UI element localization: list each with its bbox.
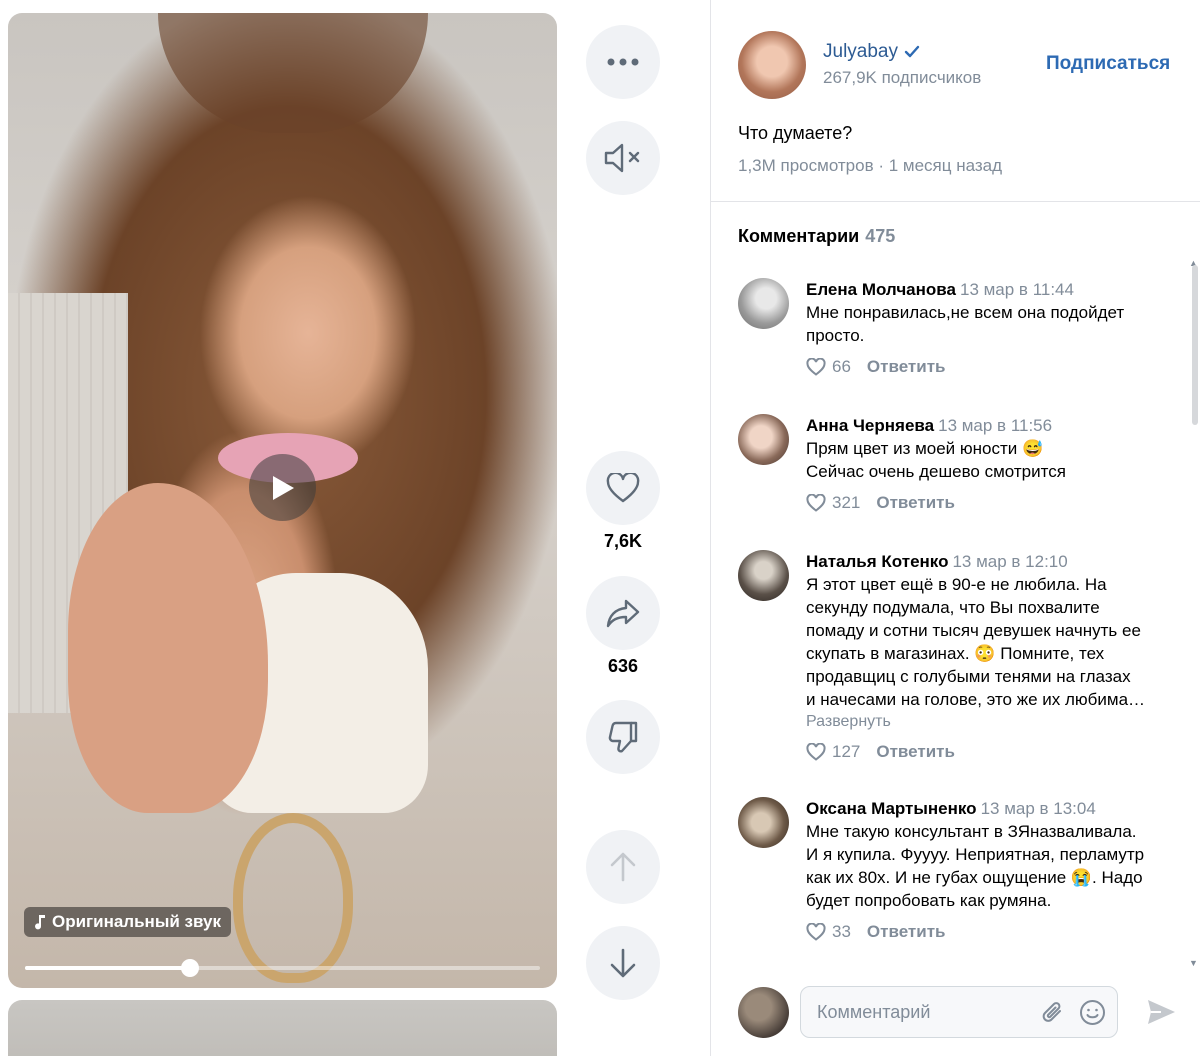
comment-author-name[interactable]: Анна Черняева xyxy=(806,416,934,435)
comment-author-name[interactable]: Наталья Котенко xyxy=(806,552,948,571)
arrow-up-icon xyxy=(610,852,636,882)
comment-line: И я купила. Фуууу. Неприятная, перламутр xyxy=(806,845,1145,864)
comment-author-avatar[interactable] xyxy=(738,550,789,601)
next-video-button[interactable] xyxy=(586,926,660,1000)
like-button[interactable] xyxy=(586,451,660,525)
video-frame-hand xyxy=(68,483,268,813)
comment-reply-button[interactable]: Ответить xyxy=(867,357,946,377)
thumbs-down-icon xyxy=(608,721,638,753)
author-name: Julyabay xyxy=(823,41,898,62)
comment-like-count: 127 xyxy=(832,742,861,761)
comments-scrollbar[interactable] xyxy=(1192,265,1198,425)
comment-line: помаду и сотни тысяч девушек начнуть ее xyxy=(806,621,1141,640)
comment-reply-button[interactable]: Ответить xyxy=(876,493,955,513)
mute-button[interactable] xyxy=(586,121,660,195)
comment-line: секунду подумала, что Вы похвалите xyxy=(806,598,1100,617)
video-meta: 1,3M просмотров · 1 месяц назад xyxy=(738,156,1003,175)
comment-input[interactable] xyxy=(817,987,1037,1037)
share-arrow-icon xyxy=(606,599,640,628)
share-button[interactable] xyxy=(586,576,660,650)
comment-like-count: 66 xyxy=(832,357,851,376)
comment-author-avatar[interactable] xyxy=(738,278,789,329)
comment-line: просто. xyxy=(806,326,865,345)
author-avatar[interactable] xyxy=(738,31,806,99)
paperclip-icon[interactable] xyxy=(1041,1000,1065,1026)
more-button[interactable] xyxy=(586,25,660,99)
verified-check-icon xyxy=(904,45,920,58)
music-note-icon xyxy=(35,915,45,930)
comment-line: будет попробовать как румяна. xyxy=(806,891,1052,910)
heart-icon xyxy=(606,473,640,503)
send-icon[interactable] xyxy=(1145,996,1177,1028)
heart-icon[interactable] xyxy=(806,923,826,941)
divider xyxy=(710,201,1200,202)
comment-line: скупать в магазинах. 😳 Помните, тех xyxy=(806,644,1105,663)
play-icon xyxy=(272,475,294,500)
video-player[interactable]: Оригинальный звук xyxy=(8,13,557,988)
comment-line: продавщиц с голубыми тенями на глазах xyxy=(806,667,1131,686)
video-progress-fill xyxy=(25,966,190,970)
like-count: 7,6K xyxy=(603,531,643,551)
share-count: 636 xyxy=(607,656,639,676)
current-user-avatar xyxy=(738,987,789,1038)
speaker-muted-icon xyxy=(604,143,640,173)
video-frame-hair xyxy=(158,13,428,133)
comment-reply-button[interactable]: Ответить xyxy=(876,742,955,762)
comment-author-avatar[interactable] xyxy=(738,414,789,465)
comment-author-name[interactable]: Елена Молчанова xyxy=(806,280,956,299)
more-dots-icon xyxy=(607,58,639,66)
original-sound-badge[interactable]: Оригинальный звук xyxy=(24,907,231,937)
comment-author-avatar[interactable] xyxy=(738,797,789,848)
comment-date[interactable]: 13 мар в 12:10 xyxy=(952,552,1067,571)
comment-expand-link[interactable]: Развернуть xyxy=(806,711,1186,732)
heart-icon[interactable] xyxy=(806,743,826,761)
video-viewer: Оригинальный звук 7,6K 636 Julyabay 267,… xyxy=(0,0,1200,1056)
comment-line: и начесами на голове, это же их любима… xyxy=(806,690,1146,709)
play-button[interactable] xyxy=(249,454,316,521)
comment-composer xyxy=(800,986,1118,1038)
scroll-down-arrow-icon[interactable]: ▼ xyxy=(1189,958,1198,968)
next-video-preview[interactable] xyxy=(8,1000,557,1056)
video-frame-necklace xyxy=(233,813,353,983)
comment-like-count: 321 xyxy=(832,493,861,512)
comment-line: как их 80х. И не губах ощущение 😭. Надо xyxy=(806,868,1143,887)
original-sound-label: Оригинальный звук xyxy=(52,912,221,931)
author-subscribers: 267,9K подписчиков xyxy=(823,68,982,87)
emoji-icon[interactable] xyxy=(1079,999,1106,1026)
comment-like-count: 33 xyxy=(832,922,851,941)
heart-icon[interactable] xyxy=(806,494,826,512)
dislike-button[interactable] xyxy=(586,700,660,774)
comment-line: Мне понравилась,не всем она подойдет xyxy=(806,303,1125,322)
previous-video-button[interactable] xyxy=(586,830,660,904)
comment-reply-button[interactable]: Ответить xyxy=(867,922,946,942)
comment-date[interactable]: 13 мар в 11:44 xyxy=(960,280,1074,299)
video-progress-bar[interactable] xyxy=(25,959,540,977)
arrow-down-icon xyxy=(610,948,636,978)
comment-date[interactable]: 13 мар в 13:04 xyxy=(981,799,1096,818)
video-description: Что думаете? xyxy=(738,123,853,143)
comments-title: Комментарии xyxy=(738,226,860,246)
comment-date[interactable]: 13 мар в 11:56 xyxy=(938,416,1052,435)
author-name-link[interactable]: Julyabay xyxy=(823,41,920,63)
comments-count: 475 xyxy=(865,226,896,246)
comment-line: Прям цвет из моей юности 😅 xyxy=(806,439,1044,458)
comment-line: Мне такую консультант в ЗЯназваливала. xyxy=(806,822,1137,841)
video-progress-handle[interactable] xyxy=(180,959,199,977)
heart-icon[interactable] xyxy=(806,358,826,376)
comment-line: Я этот цвет ещё в 90-е не любила. На xyxy=(806,575,1107,594)
comment-author-name[interactable]: Оксана Мартыненко xyxy=(806,799,977,818)
subscribe-button[interactable]: Подписаться xyxy=(1046,53,1170,75)
comments-header: Комментарии 475 xyxy=(738,226,895,247)
comment-line: Сейчас очень дешево смотрится xyxy=(806,462,1066,481)
